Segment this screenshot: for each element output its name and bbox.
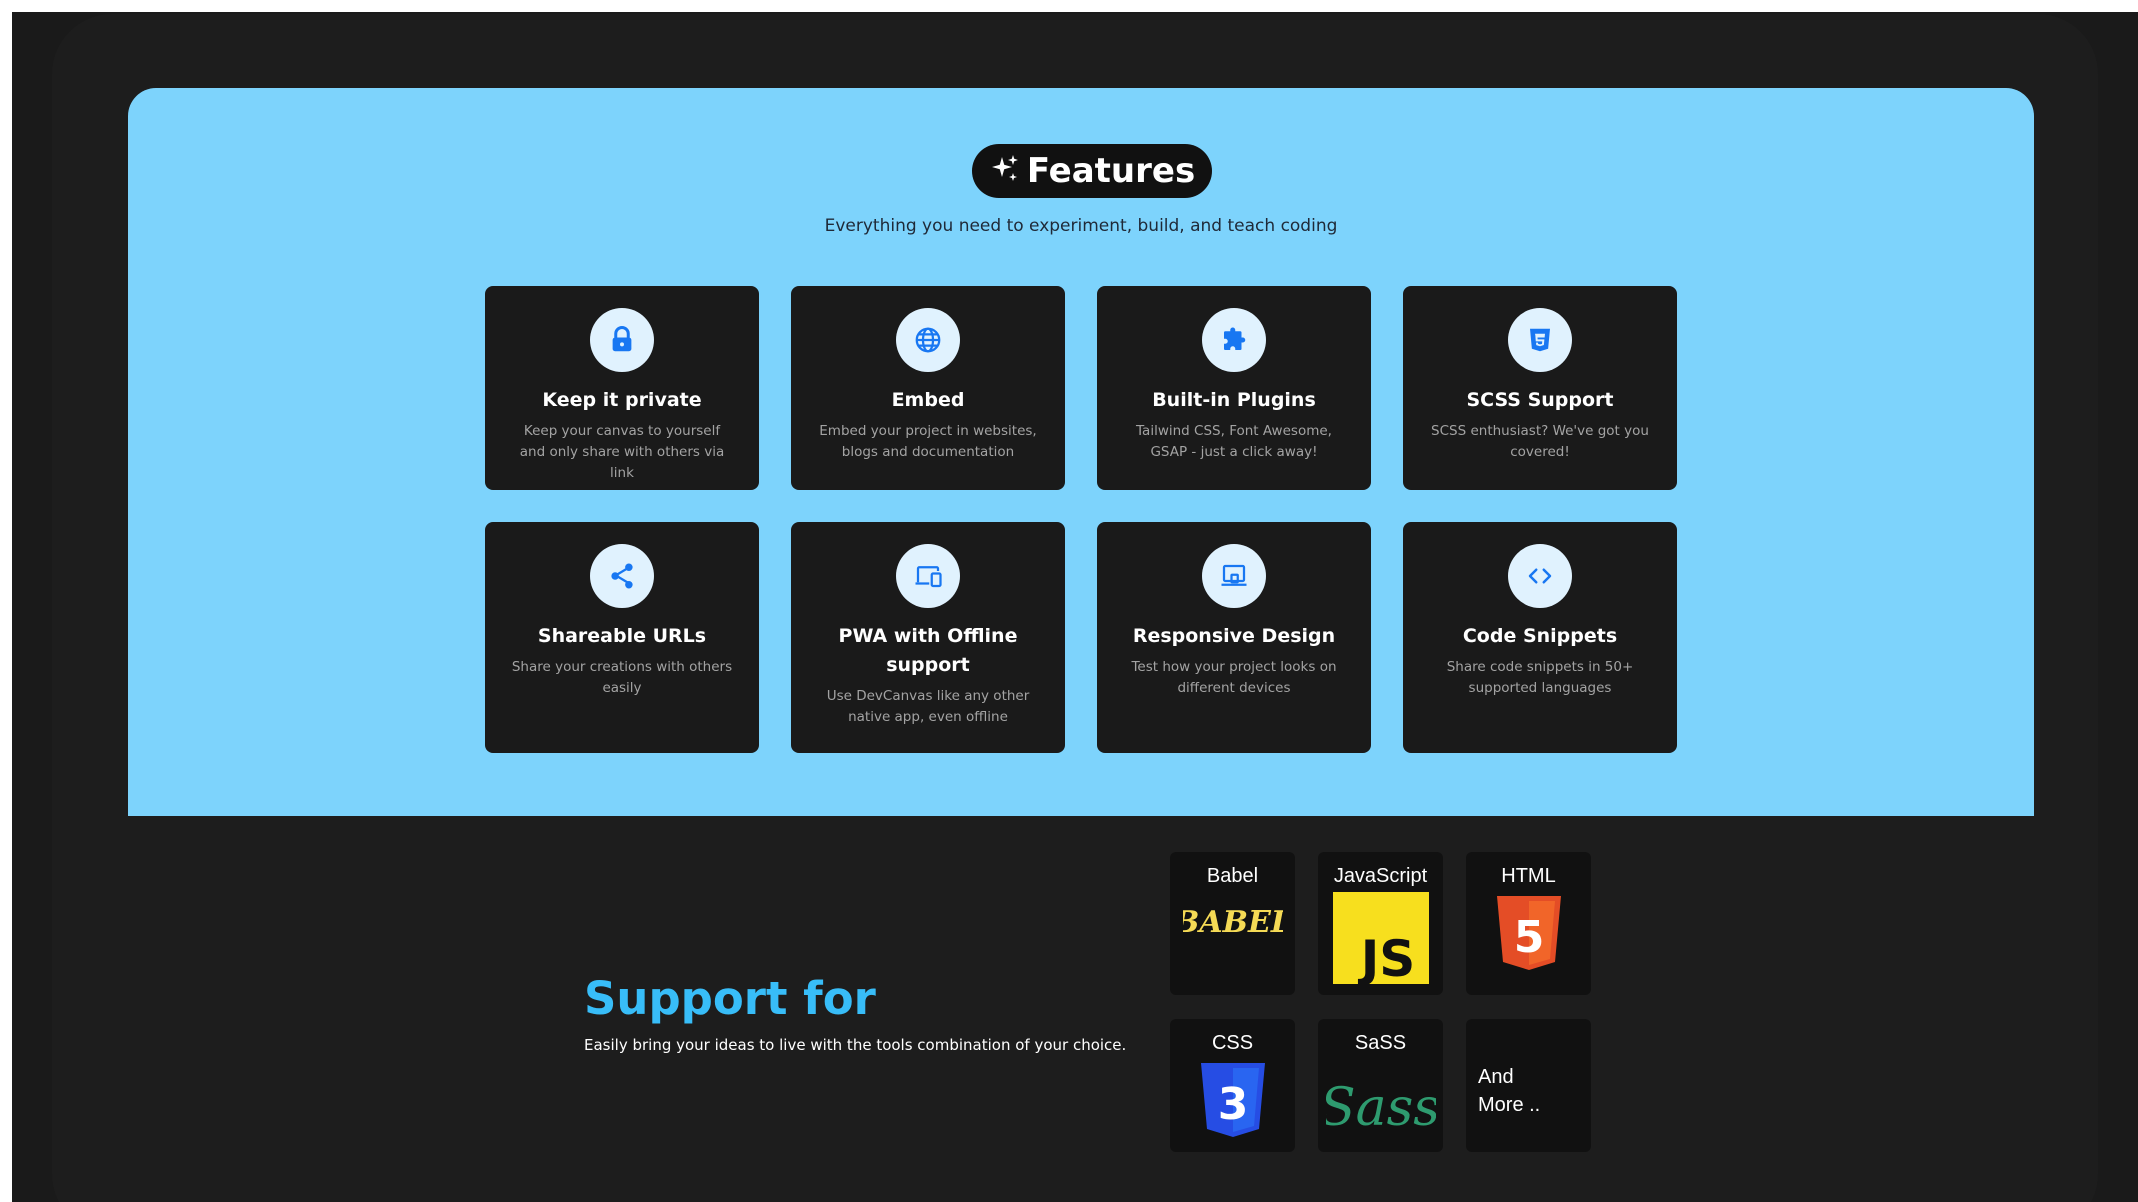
feature-card-share: Shareable URLs Share your creations with… — [485, 522, 759, 753]
feature-title: Responsive Design — [1132, 625, 1336, 647]
tool-sass: SaSS Sass — [1318, 1019, 1443, 1152]
tool-label: HTML — [1501, 865, 1556, 887]
code-icon — [1508, 544, 1572, 608]
feature-description: Embed your project in websites, blogs an… — [819, 423, 1037, 460]
feature-card-snippets: Code Snippets Share code snippets in 50+… — [1403, 522, 1677, 753]
feature-description: Test how your project looks on different… — [1131, 659, 1337, 696]
feature-description: Tailwind CSS, Font Awesome, GSAP - just … — [1136, 423, 1332, 460]
tool-css: CSS 3 — [1170, 1019, 1295, 1152]
feature-description: Share code snippets in 50+ supported lan… — [1446, 659, 1634, 696]
feature-card-embed: Embed Embed your project in websites, bl… — [791, 286, 1065, 490]
sass-logo-icon: Sass — [1326, 1078, 1436, 1138]
puzzle-icon — [1202, 308, 1266, 372]
support-title: Support for — [584, 972, 876, 1025]
tool-and-more: And More .. — [1466, 1019, 1591, 1152]
tool-babel: Babel BABEL — [1170, 852, 1295, 995]
html5-logo-text: 5 — [1513, 912, 1544, 963]
app-window: Features Everything you need to experime… — [12, 12, 2138, 1202]
tool-label: JavaScript — [1333, 865, 1428, 887]
javascript-logo-icon: JS — [1332, 892, 1429, 984]
features-heading: Features — [1026, 151, 1196, 191]
feature-description: Share your creations with others easily — [511, 659, 733, 696]
feature-description: SCSS enthusiast? We've got you covered! — [1431, 423, 1649, 460]
js-logo-text: JS — [1357, 930, 1415, 984]
css3-logo-text: 3 — [1217, 1079, 1248, 1130]
features-grid: Keep it private Keep your canvas to your… — [485, 286, 1677, 753]
laptop-icon — [1202, 544, 1266, 608]
feature-card-plugins: Built-in Plugins Tailwind CSS, Font Awes… — [1097, 286, 1371, 490]
feature-description: Use DevCanvas like any other native app,… — [826, 688, 1030, 725]
babel-logo-text: BABEL — [1183, 905, 1283, 940]
feature-description: Keep your canvas to yourself and only sh… — [519, 423, 725, 481]
html5-logo-icon: 5 — [1496, 896, 1561, 970]
tool-label: SaSS — [1354, 1032, 1407, 1054]
features-section: Features Everything you need to experime… — [128, 88, 2034, 816]
tool-label: CSS — [1211, 1032, 1254, 1054]
share-icon — [590, 544, 654, 608]
features-badge: Features — [972, 144, 1212, 198]
feature-title: Built-in Plugins — [1152, 389, 1316, 411]
feature-card-pwa: PWA with Offline support Use DevCanvas l… — [791, 522, 1065, 753]
feature-title: Shareable URLs — [537, 625, 707, 647]
css3-icon — [1508, 308, 1572, 372]
feature-card-responsive: Responsive Design Test how your project … — [1097, 522, 1371, 753]
css3-logo-icon: 3 — [1200, 1063, 1265, 1137]
sparkles-icon — [989, 153, 1021, 189]
feature-title: SCSS Support — [1466, 389, 1614, 411]
devices-icon — [896, 544, 960, 608]
babel-logo-icon: BABEL — [1183, 905, 1283, 940]
feature-title: Keep it private — [542, 389, 702, 411]
feature-title: Embed — [891, 389, 965, 411]
tool-javascript: JavaScript JS — [1318, 852, 1443, 995]
and-more-label: And More .. — [1478, 1066, 1541, 1116]
tool-html: HTML 5 — [1466, 852, 1591, 995]
feature-card-scss: SCSS Support SCSS enthusiast? We've got … — [1403, 286, 1677, 490]
globe-icon — [896, 308, 960, 372]
tool-label: Babel — [1206, 865, 1259, 887]
support-description: Easily bring your ideas to live with the… — [584, 1036, 1127, 1054]
feature-card-private: Keep it private Keep your canvas to your… — [485, 286, 759, 490]
lock-icon — [590, 308, 654, 372]
sass-logo-text: Sass — [1326, 1078, 1436, 1138]
feature-title: PWA with Offline support — [838, 625, 1018, 676]
features-subtitle: Everything you need to experiment, build… — [824, 216, 1338, 236]
feature-title: Code Snippets — [1462, 625, 1618, 647]
